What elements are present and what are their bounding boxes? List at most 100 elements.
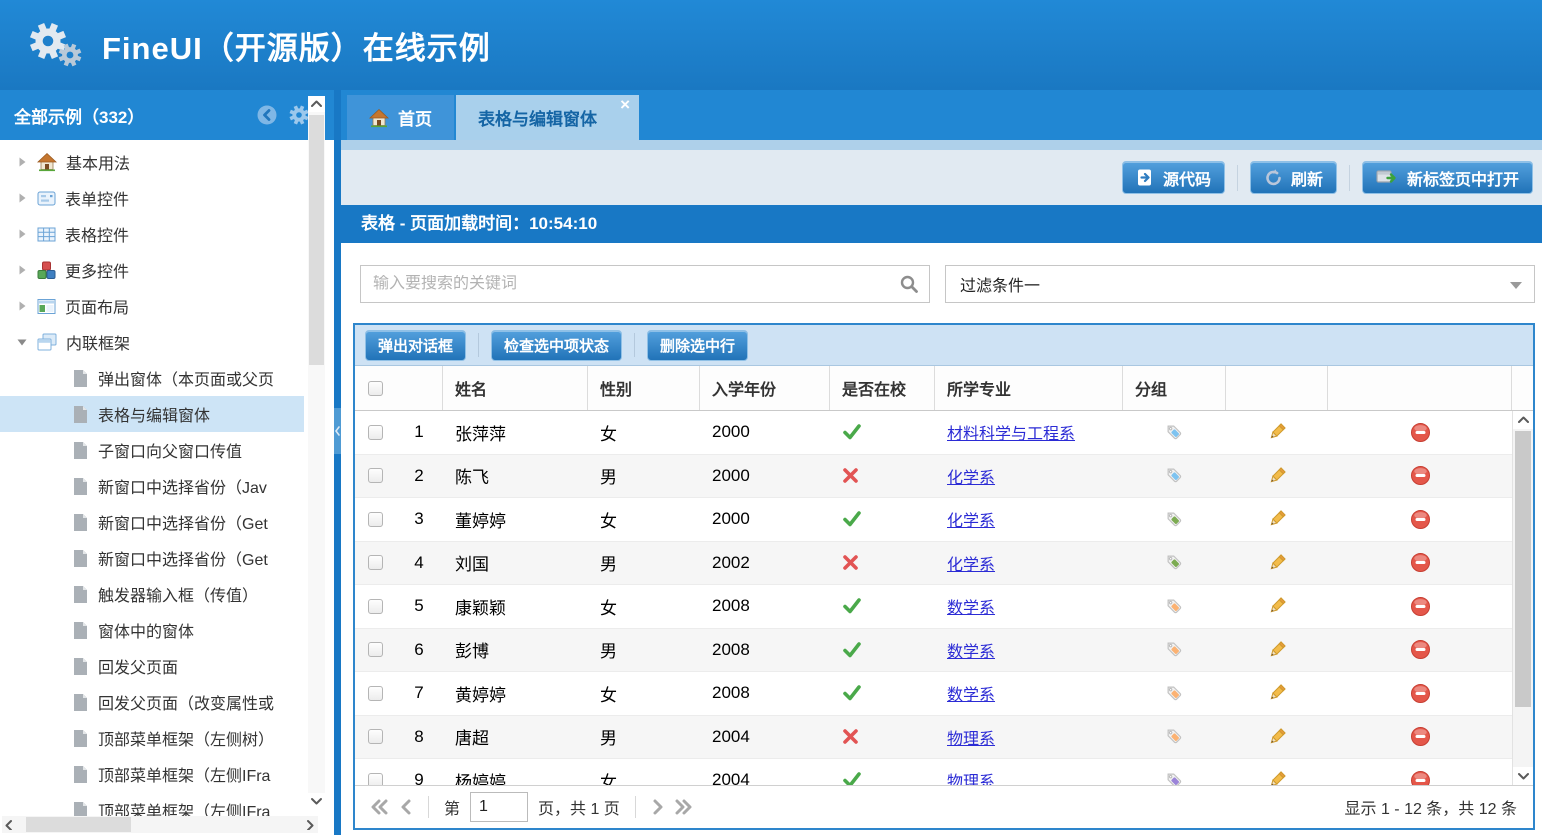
edit-pencil-icon[interactable] <box>1266 726 1288 748</box>
delete-row-icon[interactable] <box>1410 726 1431 747</box>
table-row[interactable]: 3董婷婷女2000化学系 <box>355 498 1512 542</box>
table-row[interactable]: 1张萍萍女2000材料科学与工程系 <box>355 411 1512 455</box>
row-checkbox[interactable] <box>368 642 383 657</box>
sidebar-tree-item[interactable]: 新窗口中选择省份（Jav <box>0 468 304 504</box>
row-checkbox[interactable] <box>368 512 383 527</box>
scroll-left-icon[interactable] <box>2 816 18 833</box>
major-link[interactable]: 数学系 <box>947 638 995 662</box>
tree-vertical-scrollbar[interactable] <box>308 96 325 809</box>
edit-pencil-icon[interactable] <box>1266 682 1288 704</box>
major-link[interactable]: 化学系 <box>947 507 995 531</box>
delete-selected-button[interactable]: 删除选中行 <box>647 330 748 361</box>
tab-item[interactable]: 首页 <box>347 95 454 140</box>
scroll-up-icon[interactable] <box>1513 411 1533 429</box>
edit-pencil-icon[interactable] <box>1266 465 1288 487</box>
table-row[interactable]: 2陈飞男2000化学系 <box>355 455 1512 499</box>
major-link[interactable]: 物理系 <box>947 768 995 785</box>
sidebar-tree-item[interactable]: 顶部菜单框架（左侧树） <box>0 720 304 756</box>
next-page-button[interactable] <box>651 798 665 816</box>
tree-expand-arrow-icon[interactable] <box>16 264 30 276</box>
delete-row-icon[interactable] <box>1410 639 1431 660</box>
check-selected-button[interactable]: 检查选中项状态 <box>491 330 622 361</box>
major-link[interactable]: 物理系 <box>947 725 995 749</box>
sidebar-tree-item[interactable]: 子窗口向父窗口传值 <box>0 432 304 468</box>
sidebar-tree-item[interactable]: 基本用法 <box>0 144 304 180</box>
table-row[interactable]: 5康颖颖女2008数学系 <box>355 585 1512 629</box>
page-number-input[interactable] <box>470 792 528 822</box>
major-link[interactable]: 化学系 <box>947 551 995 575</box>
edit-pencil-icon[interactable] <box>1266 595 1288 617</box>
sidebar-tree-item[interactable]: 新窗口中选择省份（Get <box>0 540 304 576</box>
tab-active[interactable]: 表格与编辑窗体× <box>456 95 639 140</box>
select-all-checkbox[interactable] <box>368 381 383 396</box>
row-checkbox[interactable] <box>368 555 383 570</box>
open-dialog-button[interactable]: 弹出对话框 <box>365 330 466 361</box>
row-checkbox[interactable] <box>368 425 383 440</box>
open-new-tab-button[interactable]: 新标签页中打开 <box>1362 161 1533 194</box>
table-row[interactable]: 9杨婷婷女2004物理系 <box>355 759 1512 785</box>
row-checkbox[interactable] <box>368 468 383 483</box>
edit-pencil-icon[interactable] <box>1266 552 1288 574</box>
scroll-down-icon[interactable] <box>1513 767 1533 785</box>
tree-hscrollbar-thumb[interactable] <box>26 817 131 832</box>
last-page-button[interactable] <box>675 798 693 816</box>
table-row[interactable]: 6彭博男2008数学系 <box>355 629 1512 673</box>
splitter-collapse-grip[interactable] <box>334 408 341 454</box>
table-row[interactable]: 4刘国男2002化学系 <box>355 542 1512 586</box>
scroll-up-icon[interactable] <box>308 96 325 112</box>
delete-row-icon[interactable] <box>1410 422 1431 443</box>
edit-pencil-icon[interactable] <box>1266 421 1288 443</box>
tree-expand-arrow-icon[interactable] <box>16 300 30 312</box>
source-code-button[interactable]: 源代码 <box>1122 161 1225 194</box>
collapse-sidebar-icon[interactable] <box>256 104 278 126</box>
tree-horizontal-scrollbar[interactable] <box>2 816 318 833</box>
edit-pencil-icon[interactable] <box>1266 508 1288 530</box>
sidebar-tree-item[interactable]: 弹出窗体（本页面或父页 <box>0 360 304 396</box>
scroll-right-icon[interactable] <box>302 816 318 833</box>
major-link[interactable]: 数学系 <box>947 681 995 705</box>
grid-vertical-scrollbar[interactable] <box>1512 411 1533 785</box>
tree-expand-arrow-icon[interactable] <box>16 156 30 168</box>
delete-row-icon[interactable] <box>1410 770 1431 785</box>
sidebar-tree-item[interactable]: 顶部菜单框架（左侧IFra <box>0 756 304 792</box>
sidebar-tree-item[interactable]: 页面布局 <box>0 288 304 324</box>
sidebar-tree-item[interactable]: 回发父页面（改变属性或 <box>0 684 304 720</box>
delete-row-icon[interactable] <box>1410 552 1431 573</box>
major-link[interactable]: 化学系 <box>947 464 995 488</box>
search-input[interactable] <box>361 275 929 293</box>
edit-pencil-icon[interactable] <box>1266 769 1288 785</box>
scroll-down-icon[interactable] <box>308 793 325 809</box>
sidebar-tree-item[interactable]: 窗体中的窗体 <box>0 612 304 648</box>
major-link[interactable]: 数学系 <box>947 594 995 618</box>
tab-close-icon[interactable]: × <box>620 96 630 113</box>
row-checkbox[interactable] <box>368 686 383 701</box>
tree-expand-arrow-icon[interactable] <box>16 192 30 204</box>
tree-collapse-arrow-icon[interactable] <box>16 336 30 348</box>
grid-scrollbar-thumb[interactable] <box>1515 431 1531 707</box>
search-icon[interactable] <box>899 274 919 294</box>
row-checkbox[interactable] <box>368 773 383 785</box>
sidebar-tree-item[interactable]: 回发父页面 <box>0 648 304 684</box>
sidebar-tree-item[interactable]: 内联框架 <box>0 324 304 360</box>
settings-gear-icon[interactable] <box>288 104 310 126</box>
delete-row-icon[interactable] <box>1410 465 1431 486</box>
row-checkbox[interactable] <box>368 729 383 744</box>
delete-row-icon[interactable] <box>1410 596 1431 617</box>
table-row[interactable]: 8唐超男2004物理系 <box>355 716 1512 760</box>
filter-dropdown[interactable]: 过滤条件一 <box>945 265 1535 303</box>
sidebar-tree-item[interactable]: 表格与编辑窗体 <box>0 396 304 432</box>
prev-page-button[interactable] <box>399 798 413 816</box>
table-row[interactable]: 7黄婷婷女2008数学系 <box>355 672 1512 716</box>
sidebar-tree-item[interactable]: 更多控件 <box>0 252 304 288</box>
delete-row-icon[interactable] <box>1410 509 1431 530</box>
sidebar-tree-item[interactable]: 表单控件 <box>0 180 304 216</box>
sidebar-tree-item[interactable]: 新窗口中选择省份（Get <box>0 504 304 540</box>
major-link[interactable]: 材料科学与工程系 <box>947 420 1075 444</box>
delete-row-icon[interactable] <box>1410 683 1431 704</box>
first-page-button[interactable] <box>371 798 389 816</box>
refresh-button[interactable]: 刷新 <box>1250 161 1337 194</box>
sidebar-tree-item[interactable]: 表格控件 <box>0 216 304 252</box>
tree-expand-arrow-icon[interactable] <box>16 228 30 240</box>
sidebar-tree-item[interactable]: 触发器输入框（传值） <box>0 576 304 612</box>
sidebar-splitter[interactable] <box>334 90 341 835</box>
